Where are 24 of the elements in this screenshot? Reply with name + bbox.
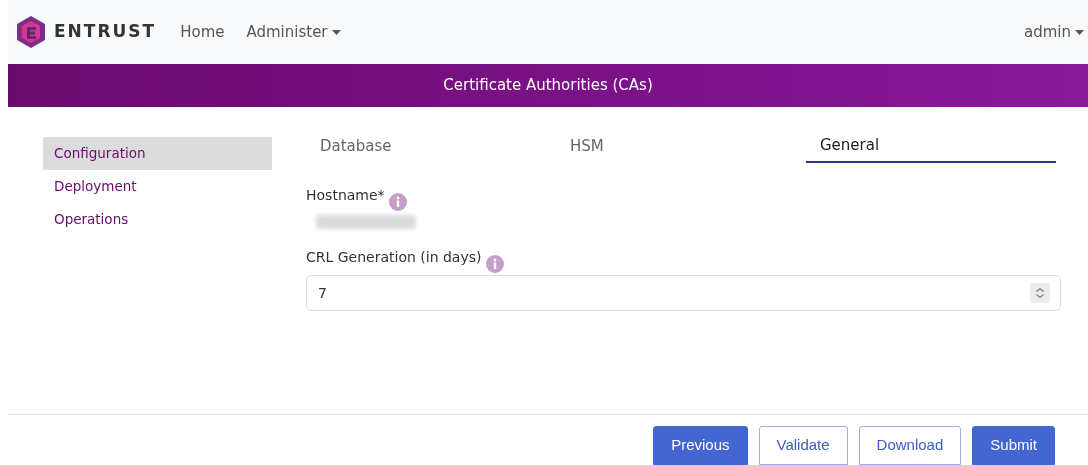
page-title: Certificate Authorities (CAs) <box>443 75 653 97</box>
info-icon[interactable] <box>388 193 407 211</box>
action-button[interactable]: Download <box>858 426 962 465</box>
tab[interactable]: HSM <box>556 129 806 163</box>
field-label: Hostname* <box>306 186 385 205</box>
user-menu[interactable]: admin <box>1024 20 1084 44</box>
sidebar-item[interactable]: Operations <box>43 203 272 236</box>
field-label: CRL Generation (in days) <box>306 248 482 267</box>
action-button[interactable]: Submit <box>972 426 1055 465</box>
tab[interactable]: Database <box>306 129 556 163</box>
action-button[interactable]: Validate <box>758 426 848 465</box>
tab[interactable]: General <box>806 129 1056 163</box>
sidebar-item[interactable]: Configuration <box>43 137 272 170</box>
caret-icon <box>1075 29 1084 35</box>
info-icon[interactable] <box>485 255 504 273</box>
spinner-icon[interactable] <box>1030 283 1050 303</box>
sidebar-item[interactable]: Deployment <box>43 170 272 203</box>
logo-icon <box>16 15 46 49</box>
action-button[interactable]: Previous <box>653 426 748 465</box>
number-field[interactable]: 7 <box>306 275 1061 311</box>
caret-icon <box>331 29 341 35</box>
brand-name: ENTRUST <box>54 20 157 44</box>
nav-link[interactable]: Home <box>180 20 225 44</box>
nav-link[interactable]: Administer <box>246 20 341 44</box>
